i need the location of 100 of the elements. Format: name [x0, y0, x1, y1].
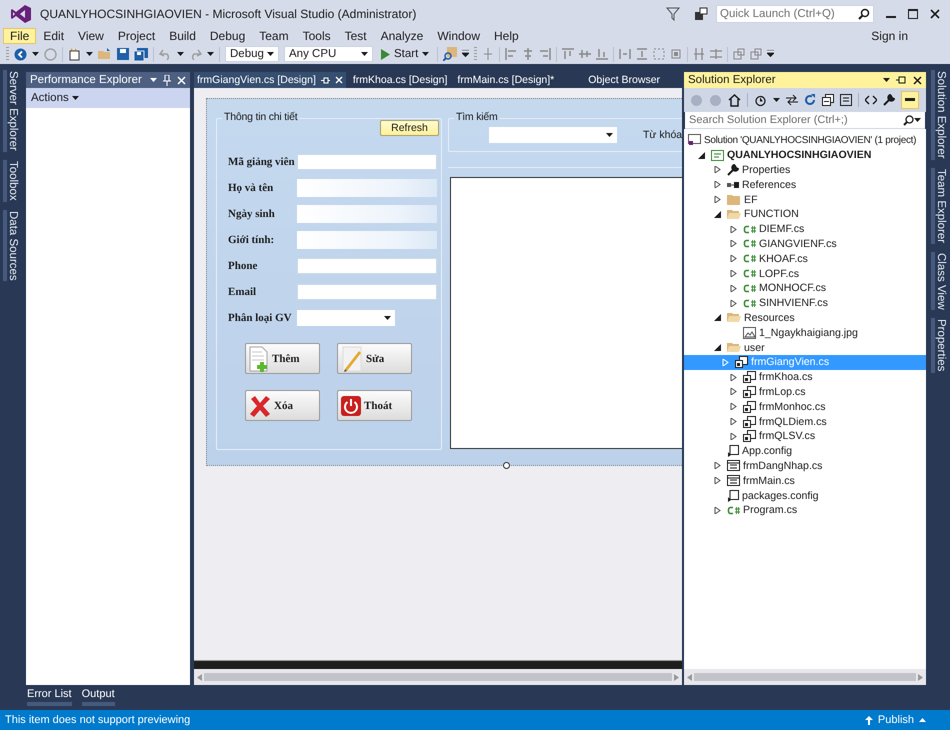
configuration-dropdown[interactable]: Debug: [225, 46, 279, 62]
save-icon[interactable]: [117, 48, 129, 60]
panel-tab[interactable]: Output: [82, 688, 115, 706]
dropdown-icon[interactable]: [150, 78, 157, 82]
tree-item[interactable]: QUANLYHOCSINHGIAOVIEN: [692, 148, 926, 163]
expanded-arrow-icon[interactable]: [698, 152, 705, 159]
menu-item[interactable]: View: [71, 28, 111, 44]
platform-dropdown[interactable]: Any CPU: [284, 46, 373, 62]
tree-item[interactable]: DIEMF.cs: [692, 222, 926, 237]
show-files-icon[interactable]: [840, 94, 852, 106]
dropdown-icon[interactable]: [883, 78, 890, 82]
document-tab[interactable]: Object Browser: [585, 72, 664, 88]
tree-item[interactable]: Solution 'QUANLYHOCSINHGIAOVIEN' (1 project): [688, 133, 926, 148]
horizontal-scrollbar[interactable]: [194, 669, 682, 685]
filter-icon[interactable]: [666, 6, 680, 20]
tree-item[interactable]: 1_Ngaykhaigiang.jpg: [692, 325, 926, 340]
find-icon[interactable]: [443, 47, 458, 61]
tree-item[interactable]: SINHVIENF.cs: [692, 296, 926, 311]
new-project-icon[interactable]: [68, 48, 81, 60]
menu-item[interactable]: Project: [110, 28, 162, 44]
search-field[interactable]: Search Solution Explorer (Ctrl+;): [685, 112, 925, 129]
tree-item[interactable]: GIANGVIENF.cs: [692, 236, 926, 252]
horizontal-scrollbar[interactable]: [684, 669, 926, 685]
panel-tab[interactable]: Error List: [27, 688, 72, 706]
menu-item[interactable]: Help: [487, 28, 526, 44]
collapse-all-icon[interactable]: [822, 94, 834, 106]
tree-item[interactable]: Program.cs: [692, 502, 926, 518]
open-folder-icon[interactable]: [98, 48, 112, 60]
close-icon[interactable]: [930, 8, 940, 18]
feedback-icon[interactable]: [694, 6, 708, 20]
home-icon[interactable]: [728, 94, 741, 106]
sign-in-link[interactable]: Sign in: [871, 28, 908, 42]
resize-handle[interactable]: [503, 462, 510, 469]
history-icon[interactable]: [754, 94, 767, 106]
publish-button[interactable]: Publish: [864, 714, 926, 726]
tree-item[interactable]: user: [692, 340, 926, 355]
tree-item[interactable]: KHOAF.cs: [692, 251, 926, 266]
dropdown-field[interactable]: [489, 127, 617, 143]
tree-item[interactable]: References: [692, 177, 926, 192]
tree-item[interactable]: packages.config: [692, 488, 926, 503]
menu-item[interactable]: Analyze: [374, 28, 430, 44]
refresh-button[interactable]: Refresh: [380, 120, 439, 136]
tree-item[interactable]: App.config: [692, 444, 926, 459]
menu-item[interactable]: Debug: [202, 28, 252, 44]
expanded-arrow-icon[interactable]: [714, 314, 721, 322]
tree-item[interactable]: frmKhoa.cs: [692, 370, 926, 385]
tree-item[interactable]: frmDangNhap.cs: [692, 458, 926, 474]
side-tab[interactable]: Toolbox: [3, 160, 20, 202]
menu-item[interactable]: Edit: [36, 28, 72, 44]
tree-item[interactable]: MONHOCF.cs: [692, 280, 926, 296]
expanded-arrow-icon[interactable]: [714, 344, 721, 352]
form-button[interactable]: Thêm: [245, 343, 320, 374]
text-field[interactable]: [297, 154, 437, 170]
close-icon[interactable]: [913, 76, 922, 84]
document-tab[interactable]: frmKhoa.cs [Design]: [350, 72, 450, 88]
side-tab[interactable]: Properties: [931, 318, 948, 373]
side-tab[interactable]: Class View: [931, 252, 948, 310]
menu-item[interactable]: File: [3, 28, 36, 44]
overflow-icon[interactable]: [767, 50, 774, 58]
tree-item[interactable]: frmMain.cs: [692, 473, 926, 488]
side-tab[interactable]: Server Explorer: [3, 70, 20, 152]
pin-icon[interactable]: [896, 76, 907, 84]
side-tab[interactable]: Solution Explorer: [931, 70, 948, 160]
form-button[interactable]: Thoát: [337, 390, 412, 421]
side-tab[interactable]: Team Explorer: [931, 168, 948, 244]
tree-item[interactable]: frmQLDiem.cs: [692, 414, 926, 429]
menu-item[interactable]: Tools: [296, 28, 338, 44]
tree-item[interactable]: FUNCTION: [692, 206, 926, 222]
start-button[interactable]: Start: [378, 48, 432, 60]
menu-item[interactable]: Test: [338, 28, 374, 44]
document-tab[interactable]: frmGiangVien.cs [Design]: [194, 72, 346, 88]
overflow-icon[interactable]: [462, 50, 470, 58]
quick-launch-field[interactable]: Quick Launch (Ctrl+Q): [716, 4, 874, 22]
text-field[interactable]: [297, 284, 437, 300]
collapsed-arrow-icon[interactable]: [714, 506, 721, 514]
menu-item[interactable]: Team: [252, 28, 296, 44]
menu-item[interactable]: Build: [162, 28, 203, 44]
save-all-icon[interactable]: [134, 48, 148, 60]
tree-item[interactable]: LOPF.cs: [692, 266, 926, 281]
sync-icon[interactable]: [786, 94, 798, 106]
tree-item[interactable]: frmQLSV.cs: [692, 428, 926, 444]
back-icon[interactable]: [14, 48, 27, 60]
text-field[interactable]: [297, 258, 437, 274]
tree-item[interactable]: Properties: [692, 162, 926, 178]
document-tab[interactable]: frmMain.cs [Design]*: [454, 72, 558, 88]
tree-item[interactable]: frmLop.cs: [692, 384, 926, 400]
code-icon[interactable]: [865, 95, 877, 105]
tree-item[interactable]: Resources: [692, 310, 926, 326]
side-tab[interactable]: Data Sources: [3, 210, 20, 282]
properties-icon[interactable]: [883, 94, 895, 106]
expanded-arrow-icon[interactable]: [714, 210, 721, 218]
maximize-icon[interactable]: [908, 8, 918, 18]
tree-item[interactable]: EF: [692, 192, 926, 207]
tree-item[interactable]: frmMonhoc.cs: [692, 399, 926, 414]
menu-item[interactable]: Window: [430, 28, 488, 44]
form-button[interactable]: Xóa: [245, 390, 320, 421]
actions-menu[interactable]: Actions: [31, 92, 79, 104]
preview-toggle[interactable]: [901, 91, 919, 109]
refresh-icon[interactable]: [804, 94, 816, 106]
dropdown-field[interactable]: [297, 310, 395, 326]
